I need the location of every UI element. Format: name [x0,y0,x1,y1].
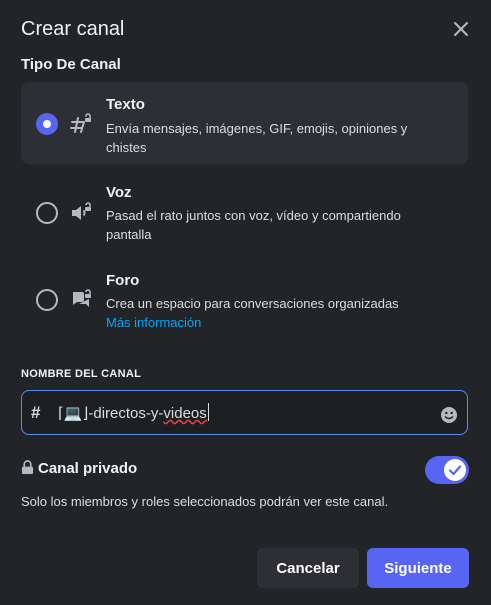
misspelled-word: videos [163,405,207,422]
cancel-button[interactable]: Cancelar [257,548,359,588]
lock-icon [21,460,34,479]
option-desc-forum-text: Crea un espacio para conversaciones orga… [106,296,399,311]
check-icon [448,465,462,476]
text-caret [207,403,209,421]
emoji-picker-icon[interactable] [440,406,458,424]
more-info-link[interactable]: Más información [106,315,201,330]
channel-name-label: NOMBRE DEL CANAL [21,368,142,380]
radio-voice[interactable] [36,202,58,224]
private-channel-row: Canal privado [21,460,137,479]
channel-name-value-start: ⌈💻⌋-directos-y- [58,405,164,422]
private-channel-description: Solo los miembros y roles seleccionados … [21,494,389,509]
forum-channel-icon [69,288,93,312]
option-name-forum: Foro [106,272,140,289]
channel-name-value[interactable]: ⌈💻⌋-directos-y-videos [58,403,209,422]
channel-type-option-voice[interactable]: Voz Pasad el rato juntos con voz, vídeo … [21,172,468,254]
channel-name-input[interactable]: # ⌈💻⌋-directos-y-videos [21,390,468,435]
private-channel-label: Canal privado [38,460,138,477]
option-desc-text: Envía mensajes, imágenes, GIF, emojis, o… [106,121,408,155]
channel-type-option-forum[interactable]: Foro Crea un espacio para conversaciones… [21,262,468,342]
option-name-text: Texto [106,96,145,113]
dialog-title: Crear canal [21,18,125,40]
option-desc-forum: Crea un espacio para conversaciones orga… [106,294,416,332]
voice-channel-icon [69,201,93,225]
next-button[interactable]: Siguiente [367,548,469,588]
radio-text-selected[interactable] [36,113,58,135]
toggle-knob [444,459,466,481]
private-channel-toggle[interactable] [425,456,469,484]
close-icon[interactable] [449,17,473,41]
channel-type-option-text[interactable]: Texto Envía mensajes, imágenes, GIF, emo… [21,82,468,164]
hash-prefix-icon: # [31,403,41,422]
option-desc-voice: Pasad el rato juntos con voz, vídeo y co… [106,208,401,242]
channel-type-label: Tipo De Canal [21,56,121,73]
text-channel-icon [69,112,93,136]
radio-forum[interactable] [36,289,58,311]
option-name-voice: Voz [106,184,132,201]
